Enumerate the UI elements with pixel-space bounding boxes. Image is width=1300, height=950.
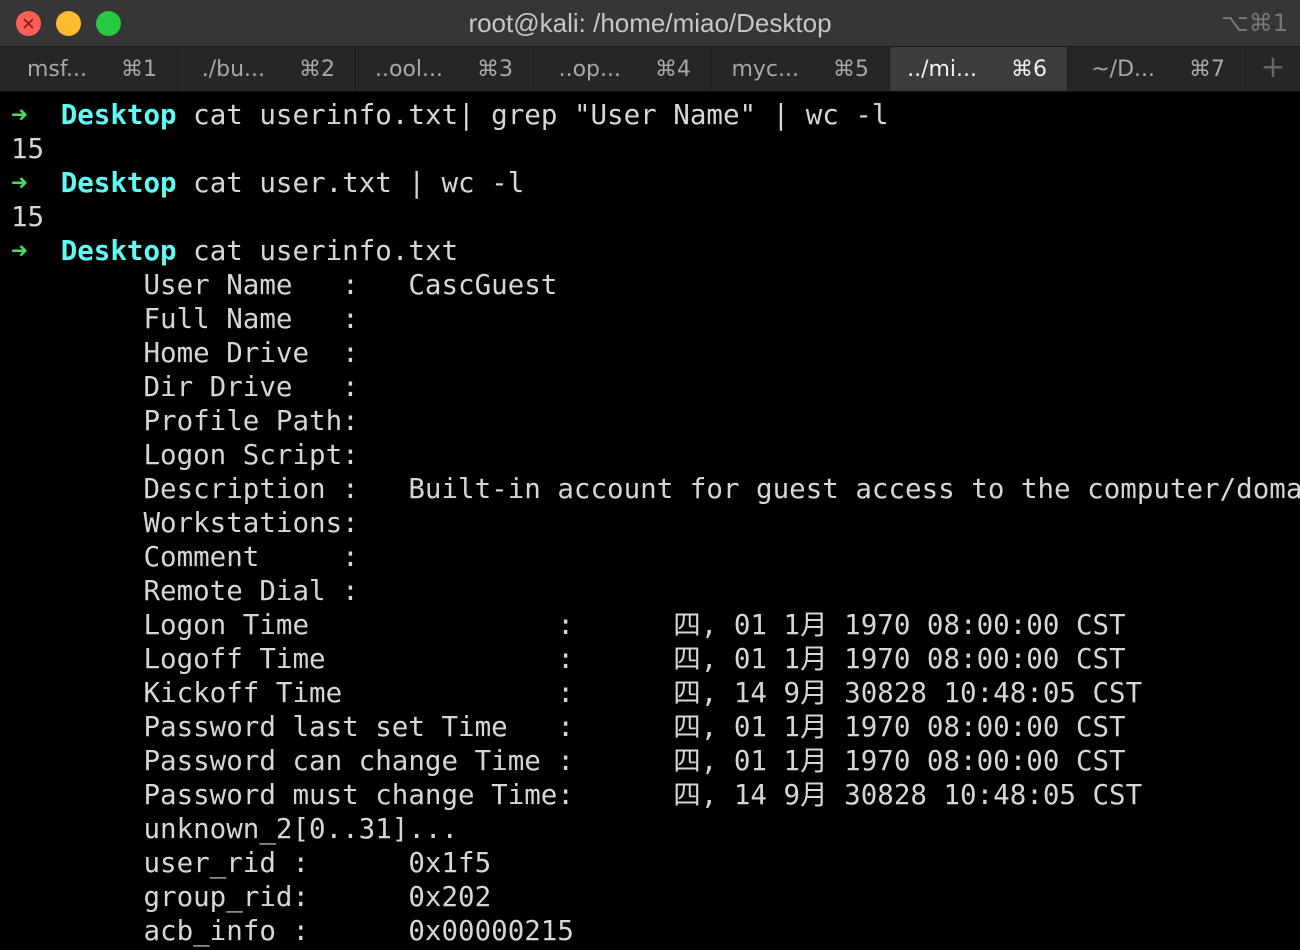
output-line: Workstations: (11, 507, 359, 539)
prompt-line: ➜ Desktop cat user.txt | wc -l (11, 166, 1300, 200)
output-line: acb_info : 0x00000215 (11, 915, 574, 947)
output-line: Remote Dial : (11, 575, 359, 607)
tab-4[interactable]: ..op... ⌘4 (534, 47, 712, 91)
tab-label: ../mi... (907, 57, 977, 82)
output-line: 15 (11, 133, 45, 165)
tab-7[interactable]: ~/D... ⌘7 (1068, 47, 1246, 91)
prompt-arrow-icon: ➜ (11, 235, 28, 267)
tab-shortcut: ⌘7 (1189, 57, 1225, 82)
output-line: Logon Time : 四, 01 1月 1970 08:00:00 CST (11, 609, 1126, 641)
tab-shortcut: ⌘5 (833, 57, 869, 82)
window-shortcut: ⌥⌘1 (1221, 9, 1288, 37)
command-text: cat userinfo.txt (176, 235, 459, 267)
output-line: Password must change Time: 四, 14 9月 3082… (11, 779, 1143, 811)
tab-bar: msf... ⌘1 ./bu... ⌘2 ..ool... ⌘3 ..op... ⌘4 myc.… (0, 46, 1300, 92)
terminal-output[interactable]: ➜ Desktop cat userinfo.txt| grep "User N… (11, 98, 1300, 950)
tab-shortcut: ⌘4 (655, 57, 691, 82)
tab-6[interactable]: ../mi... ⌘6 (890, 47, 1068, 91)
output-line: group_rid: 0x202 (11, 881, 492, 913)
output-line: 15 (11, 201, 45, 233)
terminal-window: root@kali: /home/miao/Desktop ⌥⌘1 msf...… (0, 0, 1300, 950)
output-line: Dir Drive : (11, 371, 359, 403)
new-tab-button[interactable]: + (1246, 47, 1300, 91)
tab-shortcut: ⌘1 (121, 57, 157, 82)
prompt-directory: Desktop (60, 167, 177, 199)
output-line: Full Name : (11, 303, 359, 335)
output-line: Description : Built-in account for guest… (11, 473, 1300, 505)
output-line: Logon Script: (11, 439, 359, 471)
tab-label: ~/D... (1091, 57, 1155, 82)
tab-label: ..ool... (375, 57, 443, 82)
tab-label: myc... (731, 57, 799, 82)
prompt-arrow-icon: ➜ (11, 167, 28, 199)
tab-shortcut: ⌘2 (299, 57, 335, 82)
output-line: Comment : (11, 541, 359, 573)
tab-shortcut: ⌘3 (477, 57, 513, 82)
tab-label: ..op... (558, 57, 621, 82)
output-line: User Name : CascGuest (11, 269, 558, 301)
output-line: user_rid : 0x1f5 (11, 847, 492, 879)
prompt-directory: Desktop (60, 235, 177, 267)
command-text: cat user.txt | wc -l (176, 167, 525, 199)
tab-3[interactable]: ..ool... ⌘3 (356, 47, 534, 91)
tab-shortcut: ⌘6 (1011, 57, 1047, 82)
title-bar[interactable]: root@kali: /home/miao/Desktop ⌥⌘1 (0, 0, 1300, 46)
tab-label: ./bu... (201, 57, 265, 82)
tab-2[interactable]: ./bu... ⌘2 (178, 47, 356, 91)
prompt-line: ➜ Desktop cat userinfo.txt (11, 234, 1300, 268)
output-line: Profile Path: (11, 405, 359, 437)
output-line: Home Drive : (11, 337, 359, 369)
output-line: unknown_2[0..31]... (11, 813, 459, 845)
output-line: Password last set Time : 四, 01 1月 1970 0… (11, 711, 1126, 743)
prompt-directory: Desktop (60, 99, 177, 131)
tab-1[interactable]: msf... ⌘1 (0, 47, 178, 91)
prompt-arrow-icon: ➜ (11, 99, 28, 131)
tab-5[interactable]: myc... ⌘5 (712, 47, 890, 91)
output-line: Password can change Time : 四, 01 1月 1970… (11, 745, 1126, 777)
tab-label: msf... (26, 57, 87, 82)
window-title: root@kali: /home/miao/Desktop (468, 8, 832, 38)
output-line: Kickoff Time : 四, 14 9月 30828 10:48:05 C… (11, 677, 1143, 709)
prompt-line: ➜ Desktop cat userinfo.txt| grep "User N… (11, 98, 1300, 132)
command-text: cat userinfo.txt| grep "User Name" | wc … (176, 99, 889, 131)
output-line: Logoff Time : 四, 01 1月 1970 08:00:00 CST (11, 643, 1126, 675)
